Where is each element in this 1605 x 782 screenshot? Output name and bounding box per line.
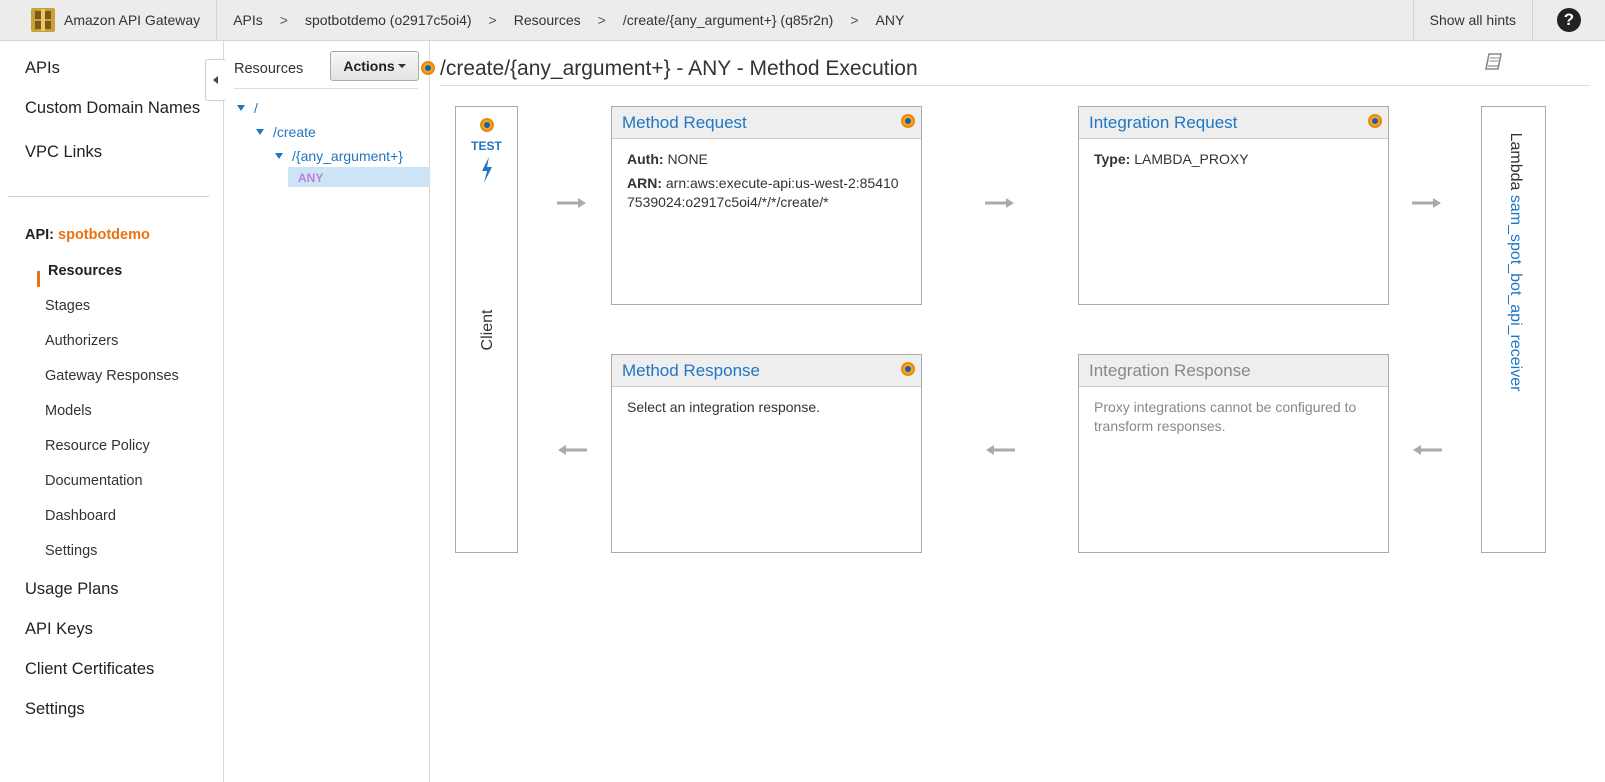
breadcrumb-apis[interactable]: APIs [232, 12, 264, 28]
arrow-left-icon [1413, 445, 1442, 455]
hint-icon[interactable] [1368, 114, 1382, 128]
type-value: LAMBDA_PROXY [1134, 151, 1249, 167]
method-execution-panel: /create/{any_argument+} - ANY - Method E… [430, 41, 1605, 782]
integration-request-box: Integration Request Type: LAMBDA_PROXY [1078, 106, 1389, 305]
help-button[interactable]: ? [1533, 0, 1605, 41]
api-gateway-logo-icon [31, 8, 55, 32]
nav-authorizers[interactable]: Authorizers [45, 333, 118, 349]
arrow-right-icon [985, 198, 1014, 208]
nav-resource-policy[interactable]: Resource Policy [45, 438, 150, 454]
active-indicator [37, 271, 40, 287]
hint-icon[interactable] [901, 114, 915, 128]
lambda-label: Lambda sam_spot_bot_api_receiver [1506, 133, 1524, 392]
client-column: TEST Client [455, 106, 518, 553]
integration-response-header: Integration Response [1079, 355, 1388, 387]
auth-label: Auth: [627, 151, 664, 167]
lambda-function-link[interactable]: sam_spot_bot_api_receiver [1507, 195, 1524, 392]
integration-response-title: Integration Response [1089, 360, 1251, 380]
integration-request-body: Type: LAMBDA_PROXY [1079, 139, 1388, 185]
arrow-left-icon [558, 445, 587, 455]
breadcrumb-resources[interactable]: Resources [513, 12, 582, 28]
breadcrumb-separator: > [850, 12, 859, 28]
book-icon[interactable] [1484, 51, 1504, 73]
nav-documentation[interactable]: Documentation [45, 473, 143, 489]
page-title: /create/{any_argument+} - ANY - Method E… [440, 57, 918, 80]
auth-value: NONE [667, 151, 708, 167]
arrow-left-icon [986, 445, 1015, 455]
tree-item-root[interactable]: / [254, 100, 258, 116]
top-navigation-bar: Amazon API Gateway APIs > spotbotdemo (o… [0, 0, 1605, 41]
divider [440, 85, 1590, 86]
resources-title: Resources [234, 61, 304, 77]
nav-api-settings[interactable]: Settings [45, 543, 97, 559]
tree-item-create[interactable]: /create [273, 124, 316, 140]
api-prefix: API: [25, 227, 54, 243]
method-request-header[interactable]: Method Request [612, 107, 921, 139]
caret-down-icon [397, 64, 406, 68]
integration-response-box: Integration Response Proxy integrations … [1078, 354, 1389, 553]
client-label: Client [479, 309, 496, 351]
api-label: API: spotbotdemo [25, 227, 150, 243]
resources-panel: Resources Actions / /create /{any_argume… [224, 41, 435, 782]
nav-client-certificates[interactable]: Client Certificates [25, 660, 154, 679]
method-response-title[interactable]: Method Response [622, 361, 760, 381]
arrow-right-icon [1412, 198, 1441, 208]
method-response-body: Select an integration response. [627, 399, 821, 415]
actions-label: Actions [343, 58, 395, 74]
expand-triangle-icon[interactable] [275, 153, 283, 159]
divider [234, 88, 418, 89]
expand-triangle-icon[interactable] [256, 129, 264, 135]
show-all-hints-button[interactable]: Show all hints [1412, 0, 1533, 41]
nav-divider [8, 196, 209, 197]
breadcrumb-method[interactable]: ANY [875, 12, 906, 28]
method-request-body: Auth: NONE ARN: arn:aws:execute-api:us-w… [612, 139, 921, 228]
nav-stages[interactable]: Stages [45, 298, 90, 314]
breadcrumb-separator: > [279, 12, 288, 28]
api-name[interactable]: spotbotdemo [58, 227, 150, 243]
lightning-bolt-icon[interactable] [479, 157, 495, 183]
test-button[interactable]: TEST [456, 139, 517, 153]
arn-value: arn:aws:execute-api:us-west-2:8541075390… [627, 175, 899, 210]
actions-button[interactable]: Actions [330, 51, 419, 81]
nav-custom-domain-names[interactable]: Custom Domain Names [25, 99, 200, 118]
expand-triangle-icon[interactable] [237, 105, 245, 111]
brand-name: Amazon API Gateway [64, 12, 201, 28]
lambda-prefix: Lambda [1507, 132, 1524, 191]
nav-models[interactable]: Models [45, 403, 92, 419]
method-request-title[interactable]: Method Request [622, 113, 747, 133]
arrow-right-icon [557, 198, 586, 208]
left-navigation: APIs Custom Domain Names VPC Links API: … [0, 41, 225, 782]
chevron-left-icon [213, 76, 218, 84]
tree-item-any-argument[interactable]: /{any_argument+} [292, 148, 403, 164]
lambda-column: Lambda sam_spot_bot_api_receiver [1481, 106, 1546, 553]
breadcrumb-separator: > [488, 12, 497, 28]
integration-response-body: Proxy integrations cannot be configured … [1094, 399, 1357, 434]
nav-api-keys[interactable]: API Keys [25, 620, 93, 639]
hint-icon[interactable] [480, 118, 494, 132]
brand[interactable]: Amazon API Gateway [0, 0, 218, 41]
collapse-nav-button[interactable] [205, 59, 225, 101]
breadcrumb-api[interactable]: spotbotdemo (o2917c5oi4) [304, 12, 473, 28]
method-request-box: Method Request Auth: NONE ARN: arn:aws:e… [611, 106, 922, 305]
integration-request-header[interactable]: Integration Request [1079, 107, 1388, 139]
nav-settings[interactable]: Settings [25, 700, 85, 719]
nav-vpc-links[interactable]: VPC Links [25, 143, 102, 162]
breadcrumb-resource[interactable]: /create/{any_argument+} (q85r2n) [622, 12, 835, 28]
question-icon: ? [1557, 8, 1581, 32]
nav-dashboard[interactable]: Dashboard [45, 508, 116, 524]
nav-gateway-responses[interactable]: Gateway Responses [45, 368, 179, 384]
type-label: Type: [1094, 151, 1131, 167]
breadcrumb-separator: > [597, 12, 606, 28]
arn-label: ARN: [627, 175, 662, 191]
nav-resources[interactable]: Resources [48, 263, 122, 279]
method-response-box: Method Response Select an integration re… [611, 354, 922, 553]
hint-icon[interactable] [901, 362, 915, 376]
breadcrumb: APIs > spotbotdemo (o2917c5oi4) > Resour… [217, 12, 1412, 28]
nav-apis[interactable]: APIs [25, 59, 60, 78]
integration-request-title[interactable]: Integration Request [1089, 113, 1237, 133]
tree-item-any-method[interactable]: ANY [298, 171, 323, 185]
nav-usage-plans[interactable]: Usage Plans [25, 580, 119, 599]
method-response-header[interactable]: Method Response [612, 355, 921, 387]
